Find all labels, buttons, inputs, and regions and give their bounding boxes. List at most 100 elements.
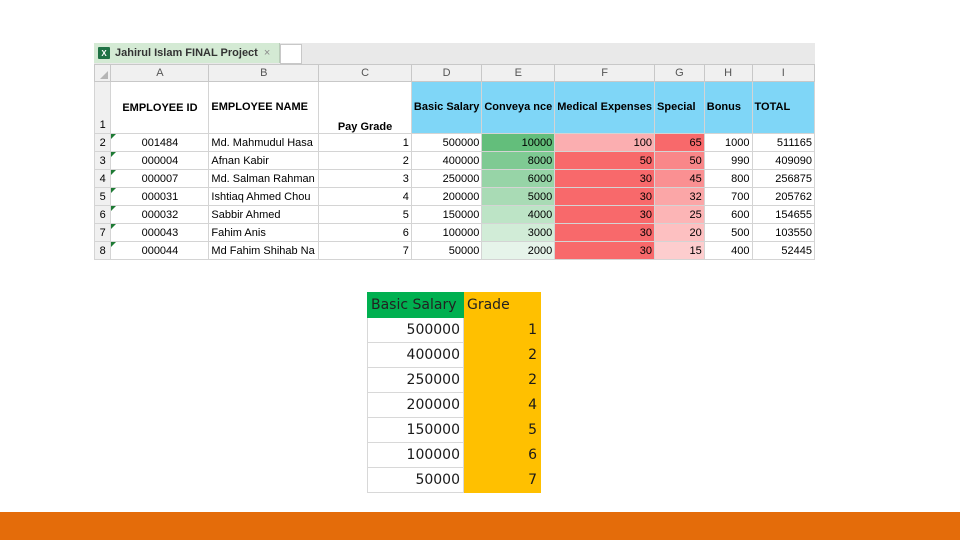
lookup-salary-cell[interactable]: 200000 [367,392,464,418]
medical-cell[interactable]: 30 [554,241,656,260]
special-cell[interactable]: 45 [654,169,705,188]
employee-id-cell[interactable]: 000044 [110,241,210,260]
medical-cell[interactable]: 30 [554,223,656,242]
bonus-cell[interactable]: 500 [703,223,753,242]
lookup-salary-cell[interactable]: 250000 [367,367,464,393]
column-header-g[interactable]: G [654,64,705,82]
lookup-header-grade[interactable]: Grade [463,292,541,318]
conveyance-cell[interactable]: 2000 [481,241,556,260]
new-tab-button[interactable] [280,44,302,64]
medical-cell[interactable]: 30 [554,187,656,206]
pay-grade-cell[interactable]: 7 [318,241,412,260]
conveyance-cell[interactable]: 8000 [481,151,556,170]
lookup-salary-cell[interactable]: 400000 [367,342,464,368]
lookup-header-basic-salary[interactable]: Basic Salary [367,292,464,318]
column-header-a[interactable]: A [110,64,210,82]
header-bonus[interactable]: Bonus [703,81,753,134]
special-cell[interactable]: 65 [654,133,705,152]
conveyance-cell[interactable]: 6000 [481,169,556,188]
bonus-cell[interactable]: 600 [703,205,753,224]
employee-name-cell[interactable]: Ishtiaq Ahmed Chou [208,187,320,206]
header-conveyance[interactable]: Conveya nce [481,81,556,134]
column-header-i[interactable]: I [751,64,816,82]
bonus-cell[interactable]: 700 [703,187,753,206]
column-header-d[interactable]: D [410,64,483,82]
total-cell[interactable]: 154655 [751,205,816,224]
employee-id-cell[interactable]: 000043 [110,223,210,242]
header-pay-grade[interactable]: Pay Grade [318,81,412,134]
tab-jahirul-islam-final-project[interactable]: X Jahirul Islam FINAL Project × [94,43,280,63]
lookup-grade-cell[interactable]: 1 [463,317,541,343]
conveyance-cell[interactable]: 4000 [481,205,556,224]
conveyance-cell[interactable]: 3000 [481,223,556,242]
employee-id-cell[interactable]: 000004 [110,151,210,170]
employee-id-cell[interactable]: 001484 [110,133,210,152]
total-cell[interactable]: 256875 [751,169,816,188]
pay-grade-cell[interactable]: 1 [318,133,412,152]
bonus-cell[interactable]: 800 [703,169,753,188]
close-icon[interactable]: × [264,47,270,59]
header-special[interactable]: Special [654,81,705,134]
pay-grade-cell[interactable]: 6 [318,223,412,242]
total-cell[interactable]: 409090 [751,151,816,170]
column-header-b[interactable]: B [208,64,320,82]
column-header-c[interactable]: C [318,64,412,82]
bonus-cell[interactable]: 400 [703,241,753,260]
column-header-h[interactable]: H [703,64,753,82]
employee-id-cell[interactable]: 000031 [110,187,210,206]
basic-salary-cell[interactable]: 150000 [410,205,483,224]
basic-salary-cell[interactable]: 500000 [410,133,483,152]
employee-name-cell[interactable]: Afnan Kabir [208,151,320,170]
employee-id-cell[interactable]: 000032 [110,205,210,224]
row-number[interactable]: 2 [93,133,112,152]
employee-name-cell[interactable]: Md. Salman Rahman [208,169,320,188]
column-header-f[interactable]: F [554,64,656,82]
special-cell[interactable]: 15 [654,241,705,260]
lookup-grade-cell[interactable]: 6 [463,442,541,468]
header-employee-id[interactable]: EMPLOYEE ID [110,81,210,134]
basic-salary-cell[interactable]: 250000 [410,169,483,188]
medical-cell[interactable]: 30 [554,169,656,188]
lookup-grade-cell[interactable]: 2 [463,342,541,368]
conveyance-cell[interactable]: 5000 [481,187,556,206]
lookup-grade-cell[interactable]: 7 [463,467,541,493]
lookup-grade-cell[interactable]: 4 [463,392,541,418]
row-number[interactable]: 1 [93,81,112,134]
row-number[interactable]: 5 [93,187,112,206]
employee-id-cell[interactable]: 000007 [110,169,210,188]
medical-cell[interactable]: 50 [554,151,656,170]
row-number[interactable]: 6 [93,205,112,224]
lookup-salary-cell[interactable]: 500000 [367,317,464,343]
medical-cell[interactable]: 30 [554,205,656,224]
total-cell[interactable]: 52445 [751,241,816,260]
conveyance-cell[interactable]: 10000 [481,133,556,152]
header-total[interactable]: TOTAL [751,81,816,134]
row-number[interactable]: 3 [93,151,112,170]
header-medical-expenses[interactable]: Medical Expenses [554,81,656,134]
row-number[interactable]: 4 [93,169,112,188]
row-number[interactable]: 8 [93,241,112,260]
basic-salary-cell[interactable]: 400000 [410,151,483,170]
lookup-salary-cell[interactable]: 100000 [367,442,464,468]
employee-name-cell[interactable]: Sabbir Ahmed [208,205,320,224]
header-employee-name[interactable]: EMPLOYEE NAME [208,81,320,134]
lookup-salary-cell[interactable]: 150000 [367,417,464,443]
employee-name-cell[interactable]: Md. Mahmudul Hasa [208,133,320,152]
lookup-salary-cell[interactable]: 50000 [367,467,464,493]
pay-grade-cell[interactable]: 4 [318,187,412,206]
special-cell[interactable]: 32 [654,187,705,206]
medical-cell[interactable]: 100 [554,133,656,152]
bonus-cell[interactable]: 990 [703,151,753,170]
total-cell[interactable]: 511165 [751,133,816,152]
pay-grade-cell[interactable]: 3 [318,169,412,188]
bonus-cell[interactable]: 1000 [703,133,753,152]
total-cell[interactable]: 205762 [751,187,816,206]
column-header-e[interactable]: E [481,64,556,82]
lookup-grade-cell[interactable]: 2 [463,367,541,393]
basic-salary-cell[interactable]: 200000 [410,187,483,206]
select-all-corner[interactable] [93,64,112,82]
basic-salary-cell[interactable]: 100000 [410,223,483,242]
special-cell[interactable]: 20 [654,223,705,242]
special-cell[interactable]: 25 [654,205,705,224]
row-number[interactable]: 7 [93,223,112,242]
